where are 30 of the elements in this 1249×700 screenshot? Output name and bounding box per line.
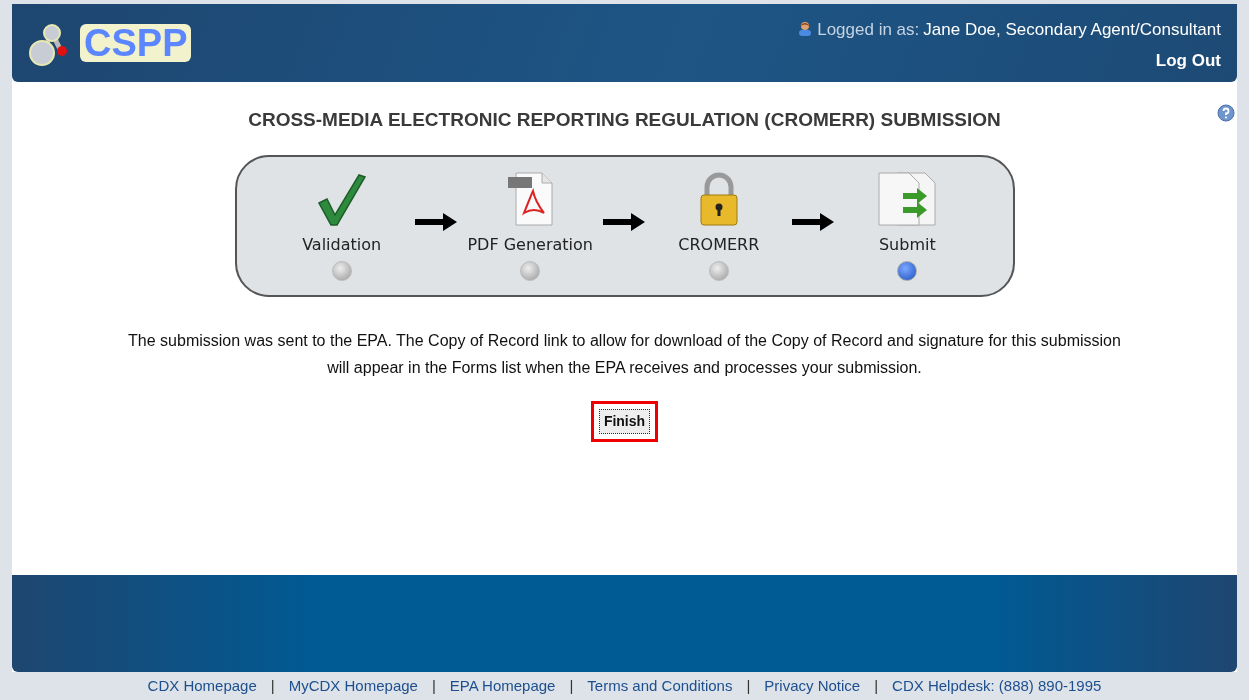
link-separator: |	[569, 675, 574, 696]
logo-text: CSPP	[80, 24, 192, 62]
pdf-file-icon	[506, 170, 555, 227]
step-label: Validation	[302, 233, 382, 256]
footer-link[interactable]: CDX Helpdesk: (888) 890-1995	[892, 674, 1102, 698]
confirmation-message: The submission was sent to the EPA. The Copy of Record link to allow for download of the Copy of Record and signature for this submission will appear in the Forms list when the EPA receives and processes your submission.	[127, 330, 1122, 378]
footer-link[interactable]: EPA Homepage	[449, 674, 556, 698]
footer-link[interactable]: MyCDX Homepage	[288, 674, 418, 698]
link-separator: |	[431, 675, 436, 696]
checkmark-icon	[316, 172, 367, 227]
arrow-icon	[603, 212, 646, 231]
user-name: Jane Doe, Secondary Agent/Consultant	[923, 18, 1221, 41]
step-label: CROMERR	[678, 233, 760, 256]
finish-button[interactable]: Finish	[598, 408, 651, 434]
arrow-icon	[414, 212, 457, 231]
logout-link[interactable]: Log Out	[1155, 48, 1221, 74]
link-separator: |	[874, 675, 879, 696]
footer-link[interactable]: CDX Homepage	[147, 674, 257, 698]
documents-arrows-icon	[877, 170, 938, 227]
logged-in-label: Logged in as:	[817, 18, 920, 41]
step-label: Submit	[878, 233, 936, 256]
user-icon	[797, 21, 814, 38]
page-title: CROSS-MEDIA ELECTRONIC REPORTING REGULATION (CROMERR) SUBMISSION	[248, 108, 1001, 132]
link-separator: |	[746, 675, 751, 696]
footer-link[interactable]: Terms and Conditions	[587, 674, 733, 698]
step-label: PDF Generation	[467, 233, 593, 256]
arrow-icon	[792, 212, 835, 231]
help-icon[interactable]	[1217, 104, 1235, 122]
footer-link[interactable]: Privacy Notice	[764, 674, 861, 698]
link-separator: |	[270, 675, 275, 696]
